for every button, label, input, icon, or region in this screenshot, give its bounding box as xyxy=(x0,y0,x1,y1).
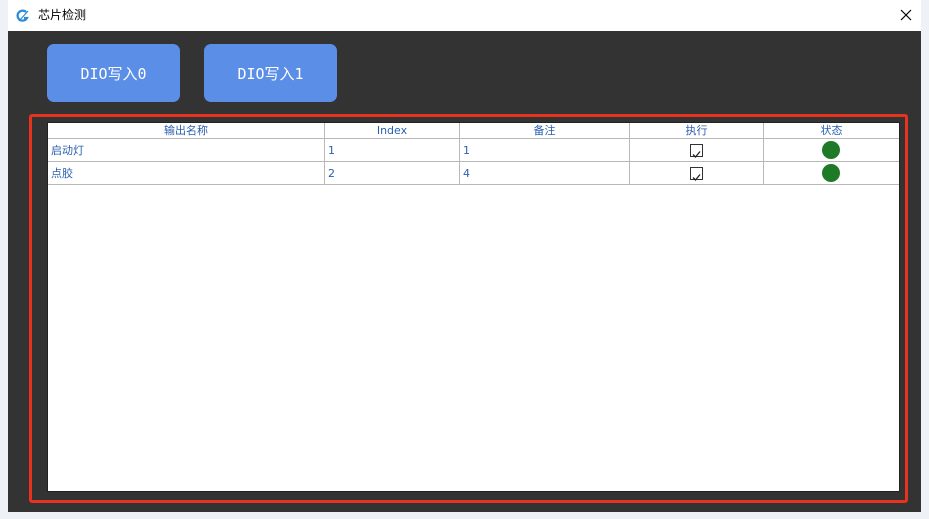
column-header-note[interactable]: 备注 xyxy=(460,123,630,139)
cell-execute[interactable] xyxy=(630,162,764,185)
cell-index[interactable]: 2 xyxy=(325,162,460,185)
dio-write-0-button[interactable]: DIO写入0 xyxy=(47,44,180,102)
close-icon xyxy=(900,6,912,25)
table-row[interactable]: 启动灯 1 1 xyxy=(48,139,899,162)
execute-checkbox[interactable] xyxy=(690,144,703,158)
column-header-name[interactable]: 输出名称 xyxy=(48,123,325,139)
cell-note[interactable]: 1 xyxy=(460,139,630,162)
main-window: 芯片检测 DIO写入0 DIO写入1 输出名称 Index 备注 执行 状态 启… xyxy=(8,0,921,512)
output-table[interactable]: 输出名称 Index 备注 执行 状态 启动灯 1 1 点胶 2 4 xyxy=(47,122,900,492)
cell-index[interactable]: 1 xyxy=(325,139,460,162)
status-indicator-icon xyxy=(822,164,840,182)
cell-status xyxy=(764,139,899,162)
column-header-status[interactable]: 状态 xyxy=(764,123,899,139)
execute-checkbox[interactable] xyxy=(690,167,703,181)
cell-name[interactable]: 启动灯 xyxy=(48,139,325,162)
title-bar: 芯片检测 xyxy=(8,0,921,31)
app-logo-icon xyxy=(16,8,30,22)
close-button[interactable] xyxy=(891,0,921,31)
table-row[interactable]: 点胶 2 4 xyxy=(48,162,899,185)
dio-write-1-button[interactable]: DIO写入1 xyxy=(204,44,337,102)
window-title: 芯片检测 xyxy=(38,8,87,22)
status-indicator-icon xyxy=(822,141,840,159)
cell-note[interactable]: 4 xyxy=(460,162,630,185)
cell-status xyxy=(764,162,899,185)
cell-execute[interactable] xyxy=(630,139,764,162)
column-header-index[interactable]: Index xyxy=(325,123,460,139)
cell-name[interactable]: 点胶 xyxy=(48,162,325,185)
column-header-execute[interactable]: 执行 xyxy=(630,123,764,139)
